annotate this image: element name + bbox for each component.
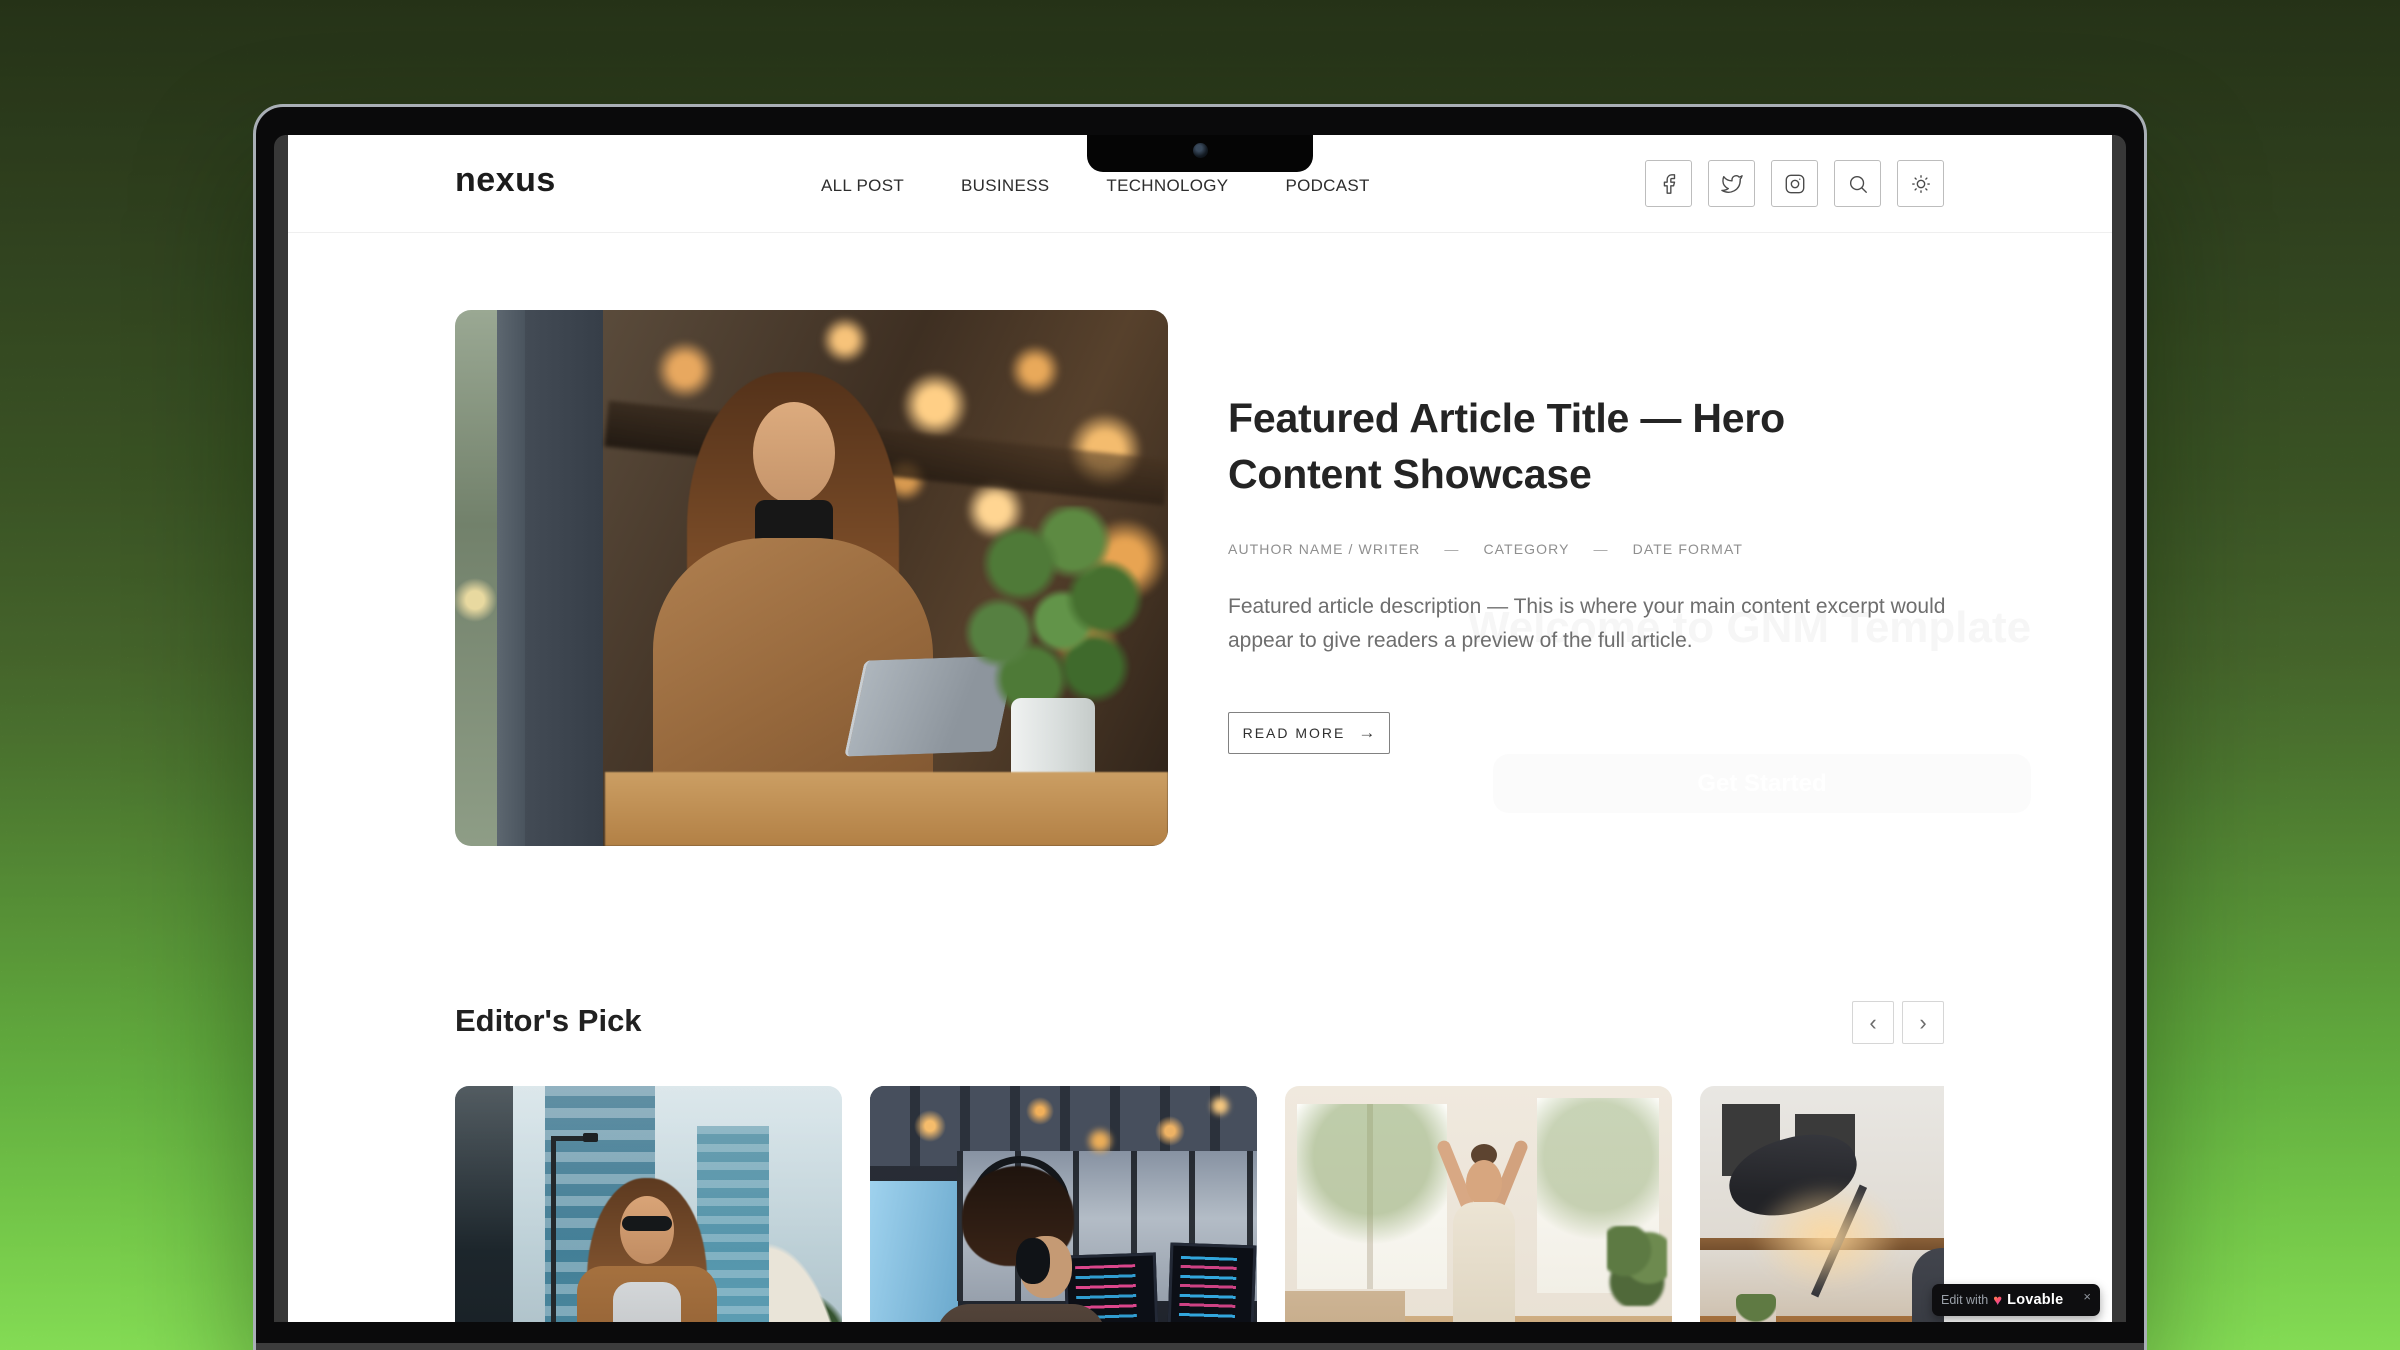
lovable-brand-label: Lovable <box>2007 1292 2063 1308</box>
laptop-mockup: nexus ALL POST BUSINESS TECHNOLOGY PODCA… <box>253 104 2147 1350</box>
nav-item-all-post[interactable]: ALL POST <box>821 176 904 196</box>
featured-article-description: Featured article description — This is w… <box>1228 590 1963 658</box>
facebook-icon <box>1658 173 1680 195</box>
editors-pick-carousel <box>455 1086 1944 1322</box>
sunglasses <box>622 1216 672 1231</box>
programmer-shoulders <box>936 1304 1106 1322</box>
facebook-button[interactable] <box>1645 160 1692 207</box>
instagram-icon <box>1784 173 1806 195</box>
header-actions <box>1645 160 1944 207</box>
gray-top <box>613 1282 681 1322</box>
lamp-glow <box>1752 1182 1902 1292</box>
editors-pick-card-street-style[interactable] <box>455 1086 842 1322</box>
featured-article-meta: AUTHOR NAME / WRITER — CATEGORY — DATE F… <box>1228 541 1743 557</box>
webcam-icon <box>1193 143 1208 158</box>
lovable-badge-prefix: Edit with <box>1941 1293 1988 1307</box>
sun-icon <box>1910 173 1932 195</box>
nav-item-business[interactable]: BUSINESS <box>961 176 1049 196</box>
lovable-edit-badge[interactable]: Edit with ♥ Lovable × <box>1932 1284 2100 1316</box>
headphone-earcup <box>1016 1238 1050 1284</box>
carousel-track <box>455 1086 1944 1322</box>
carousel-next-button[interactable]: › <box>1902 1001 1944 1044</box>
house-plant <box>1607 1226 1667 1306</box>
chevron-left-icon: ‹ <box>1869 1012 1876 1034</box>
code-monitor <box>1166 1243 1257 1322</box>
yoga-woman-head <box>1466 1160 1502 1206</box>
date-label: DATE FORMAT <box>1633 541 1743 557</box>
author-name: AUTHOR NAME / WRITER <box>1228 541 1420 557</box>
desk-study-photo <box>1700 1086 1944 1322</box>
street-lamp-head <box>583 1133 598 1142</box>
theme-toggle-button[interactable] <box>1897 160 1944 207</box>
wooden-table <box>605 772 1168 846</box>
chevron-right-icon: › <box>1919 1012 1926 1034</box>
yoga-woman-torso <box>1453 1202 1515 1322</box>
laptop-notch <box>1087 135 1313 172</box>
search-icon <box>1847 173 1869 195</box>
programmer-workspace-photo <box>870 1086 1257 1322</box>
home-yoga-photo <box>1285 1086 1672 1322</box>
laptop-hinge <box>256 1343 2144 1350</box>
ceiling-light-glow <box>870 1086 1257 1176</box>
nav-item-technology[interactable]: TECHNOLOGY <box>1106 176 1228 196</box>
city-street-style-photo <box>455 1086 842 1322</box>
read-more-label: READ MORE <box>1243 725 1346 741</box>
meta-separator: — <box>1594 541 1609 557</box>
instagram-button[interactable] <box>1771 160 1818 207</box>
main-nav: ALL POST BUSINESS TECHNOLOGY PODCAST <box>821 176 1370 196</box>
nav-item-podcast[interactable]: PODCAST <box>1285 176 1369 196</box>
ghost-get-started-button[interactable]: Get Started <box>1493 754 2031 813</box>
twitter-button[interactable] <box>1708 160 1755 207</box>
lovable-heart-icon: ♥ <box>1993 1293 2002 1308</box>
woman-face <box>753 402 835 504</box>
laptop-screen: nexus ALL POST BUSINESS TECHNOLOGY PODCA… <box>274 135 2126 1322</box>
editors-pick-heading: Editor's Pick <box>455 1003 642 1039</box>
lovable-close-button[interactable]: × <box>2083 1289 2091 1304</box>
featured-article-image[interactable] <box>455 310 1168 846</box>
carousel-prev-button[interactable]: ‹ <box>1852 1001 1894 1044</box>
search-button[interactable] <box>1834 160 1881 207</box>
editors-pick-card-desk-study[interactable] <box>1700 1086 1944 1322</box>
read-more-button[interactable]: READ MORE → <box>1228 712 1390 754</box>
meta-separator: — <box>1444 541 1459 557</box>
arrow-right-icon: → <box>1358 723 1375 743</box>
brand-logo[interactable]: nexus <box>455 161 556 200</box>
potted-plant <box>1736 1294 1776 1322</box>
street-lamp-pole <box>551 1136 556 1322</box>
featured-article-title[interactable]: Featured Article Title — Hero Content Sh… <box>1228 391 1928 503</box>
header-divider <box>288 232 2112 233</box>
editors-pick-card-programmer[interactable] <box>870 1086 1257 1322</box>
desktop-background: nexus ALL POST BUSINESS TECHNOLOGY PODCA… <box>0 0 2400 1350</box>
editors-pick-card-yoga[interactable] <box>1285 1086 1672 1322</box>
category-label: CATEGORY <box>1483 541 1569 557</box>
twitter-icon <box>1721 173 1743 195</box>
